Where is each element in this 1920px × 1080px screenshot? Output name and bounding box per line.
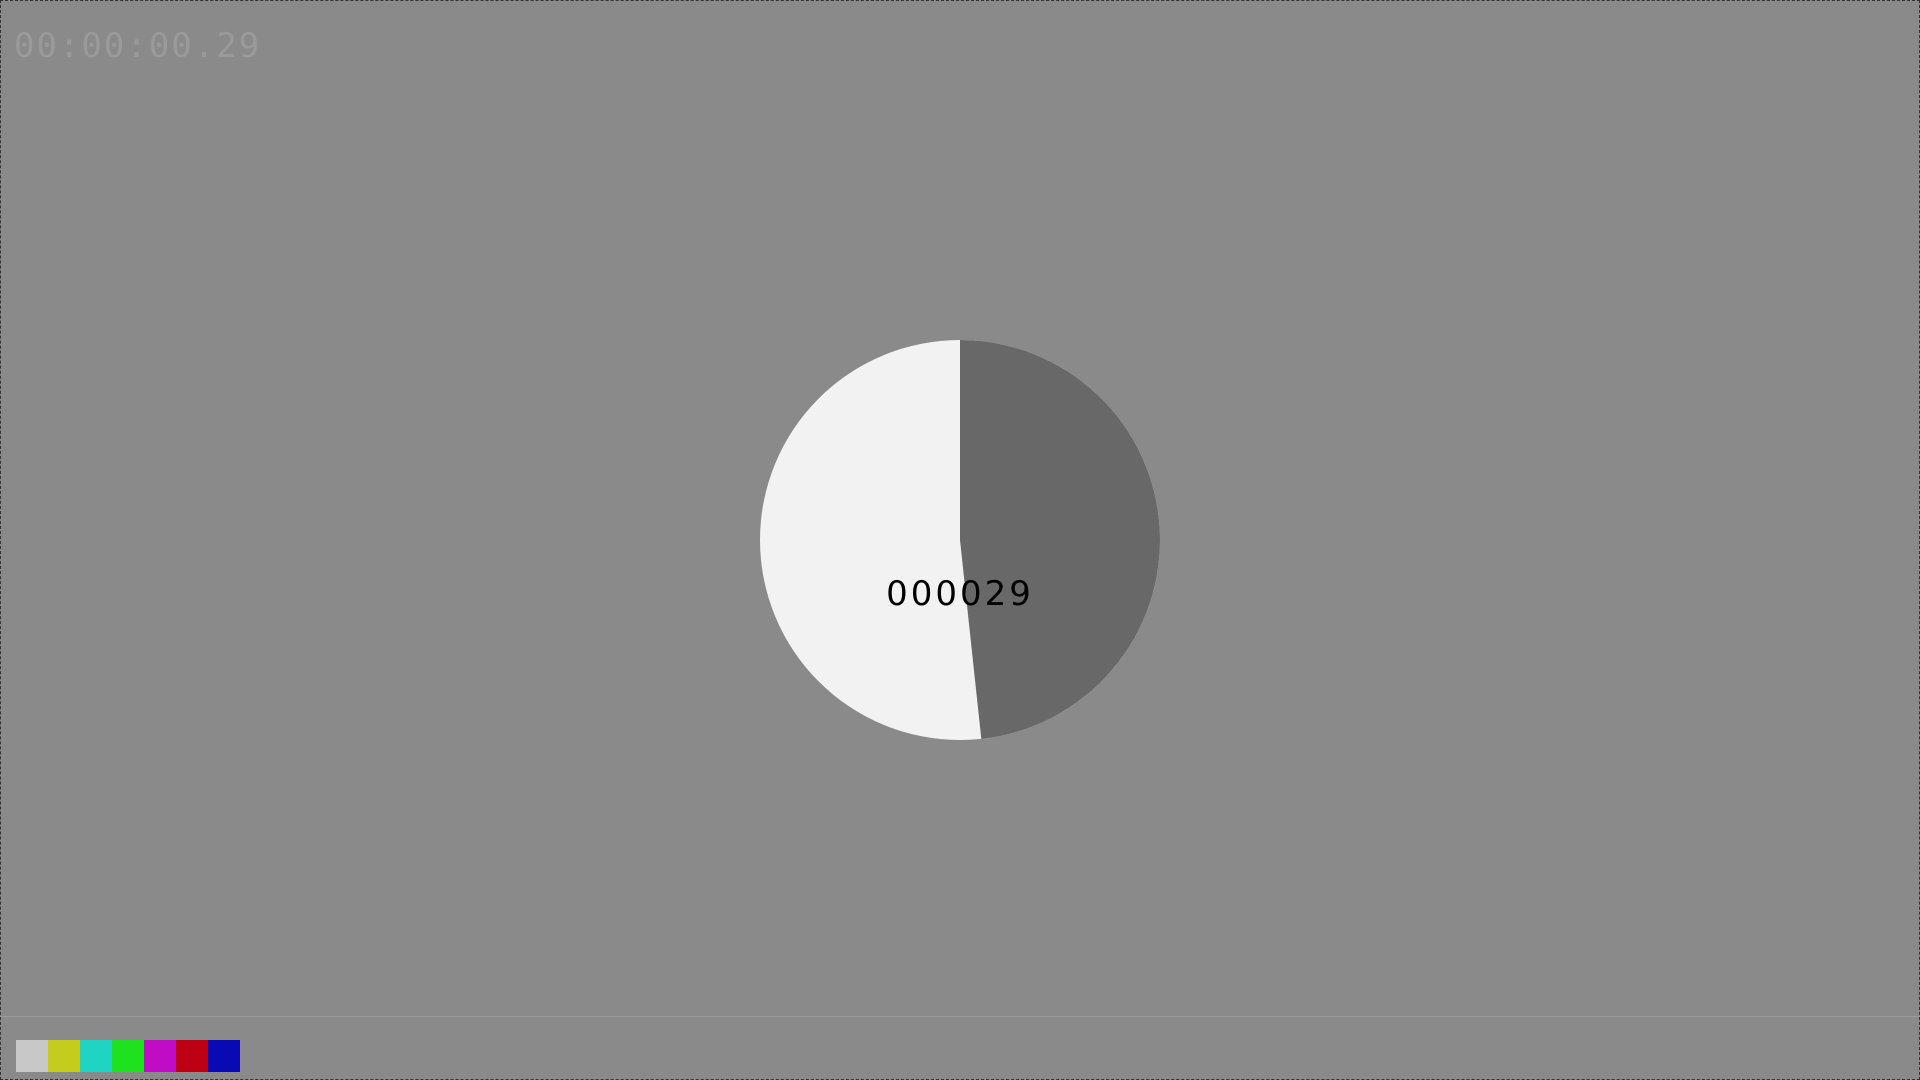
- timecode-readout: 00:00:00.29: [14, 26, 262, 66]
- progress-dial-graphic: [760, 340, 1160, 740]
- color-swatch-red: [176, 1040, 208, 1072]
- progress-dial: [760, 340, 1160, 740]
- color-swatch-cyan: [80, 1040, 112, 1072]
- color-swatch-magenta: [144, 1040, 176, 1072]
- color-bars: [16, 1040, 240, 1072]
- color-swatch-yellow: [48, 1040, 80, 1072]
- divider: [0, 1016, 1920, 1017]
- color-swatch-gray: [16, 1040, 48, 1072]
- color-swatch-blue: [208, 1040, 240, 1072]
- dial-sweep: [960, 340, 1160, 739]
- color-swatch-green: [112, 1040, 144, 1072]
- frame-counter: 000029: [886, 574, 1034, 614]
